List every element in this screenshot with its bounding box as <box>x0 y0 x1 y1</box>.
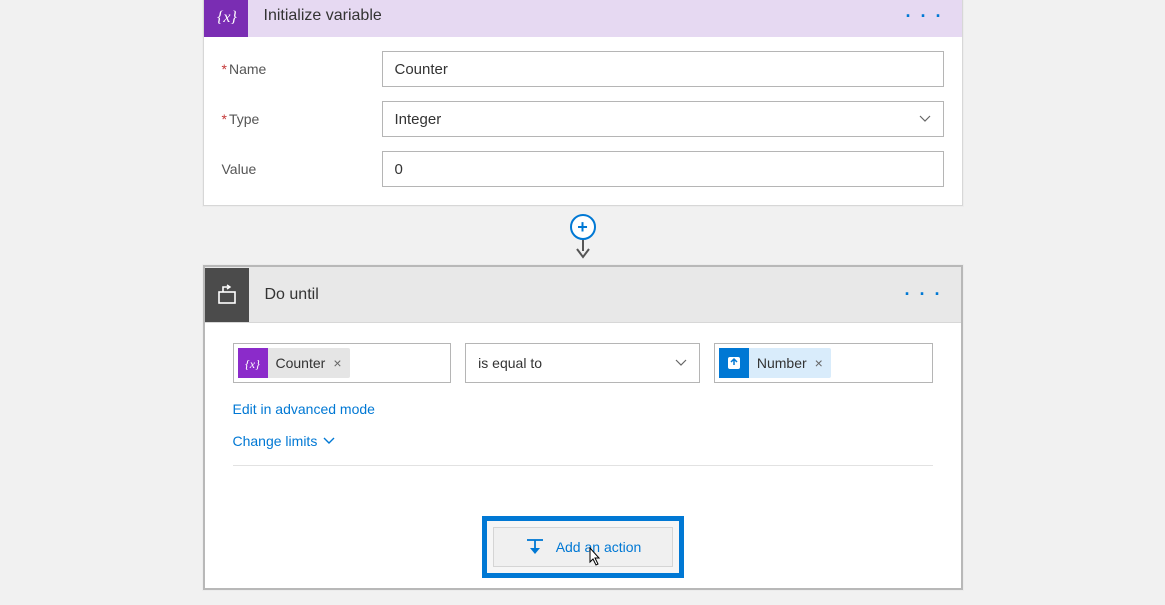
init-var-header[interactable]: {x} Initialize variable · · · <box>204 0 962 37</box>
operator-value: is equal to <box>478 355 542 371</box>
variable-icon: {x} <box>204 0 248 37</box>
do-until-body: {x} Counter × is equal to <box>205 323 961 588</box>
type-label: *Type <box>222 111 382 127</box>
number-token-label: Number <box>749 355 815 371</box>
svg-text:{x}: {x} <box>245 357 260 371</box>
condition-row: {x} Counter × is equal to <box>233 343 933 383</box>
init-var-title: Initialize variable <box>248 7 900 25</box>
add-action-icon <box>524 536 546 558</box>
chevron-down-icon <box>919 113 931 125</box>
type-value: Integer <box>395 111 442 128</box>
input-token-icon <box>719 348 749 378</box>
highlight-box: Add an action <box>482 516 684 578</box>
number-token[interactable]: Number × <box>719 348 831 378</box>
change-limits-link[interactable]: Change limits <box>233 433 336 449</box>
do-until-header[interactable]: Do until · · · <box>205 267 961 323</box>
do-until-card: Do until · · · {x} Counter × is equal to <box>203 265 963 590</box>
chevron-down-icon <box>675 357 687 369</box>
init-var-body: *Name *Type Integer Value <box>204 37 962 205</box>
action-area: Add an action <box>233 466 933 588</box>
counter-token[interactable]: {x} Counter × <box>238 348 350 378</box>
edit-advanced-mode-link[interactable]: Edit in advanced mode <box>233 401 375 417</box>
remove-number-token[interactable]: × <box>815 355 823 371</box>
variable-token-icon: {x} <box>238 348 268 378</box>
flow-connector: + <box>570 214 596 259</box>
remove-counter-token[interactable]: × <box>333 355 341 371</box>
do-until-title: Do until <box>249 286 899 304</box>
left-operand-box[interactable]: {x} Counter × <box>233 343 452 383</box>
init-var-menu-button[interactable]: · · · <box>900 6 950 27</box>
operator-select[interactable]: is equal to <box>465 343 700 383</box>
chevron-down-icon <box>323 435 335 447</box>
add-step-button[interactable]: + <box>570 214 596 240</box>
add-action-button[interactable]: Add an action <box>493 527 673 567</box>
value-label: Value <box>222 161 382 177</box>
change-limits-label: Change limits <box>233 433 318 449</box>
counter-token-label: Counter <box>268 355 334 371</box>
do-until-menu-button[interactable]: · · · <box>899 284 949 305</box>
name-input[interactable] <box>382 51 944 87</box>
arrow-down-icon <box>573 237 593 259</box>
right-operand-box[interactable]: Number × <box>714 343 933 383</box>
add-action-label: Add an action <box>556 539 642 555</box>
name-label: *Name <box>222 61 382 77</box>
svg-text:{x}: {x} <box>217 9 238 26</box>
type-select[interactable]: Integer <box>382 101 944 137</box>
do-until-icon <box>205 268 249 322</box>
initialize-variable-card: {x} Initialize variable · · · *Name *Typ… <box>203 0 963 206</box>
value-input[interactable] <box>382 151 944 187</box>
